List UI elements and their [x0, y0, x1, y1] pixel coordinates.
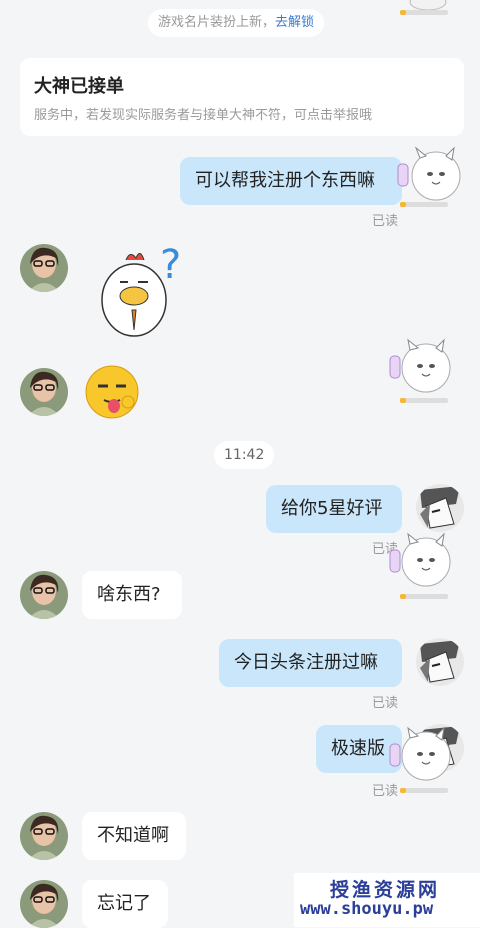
system-notice-text: 游戏名片装扮上新， [158, 15, 276, 30]
message-bubble-sent[interactable]: 今日头条注册过嘛 [219, 639, 402, 687]
contact-avatar[interactable] [20, 812, 68, 860]
card-subtitle: 服务中，若发现实际服务者与接单大神不符，可点击举报哦 [34, 108, 373, 123]
my-avatar-anime-icon[interactable] [416, 638, 464, 686]
service-status-card[interactable]: 大神已接单 服务中，若发现实际服务者与接单大神不符，可点击举报哦 [20, 58, 464, 136]
system-notice: 游戏名片装扮上新，去解锁 [148, 9, 325, 37]
unlock-link[interactable]: 去解锁 [275, 15, 314, 30]
card-title: 大神已接单 [34, 76, 124, 97]
chicken-question-sticker[interactable]: ? [96, 240, 192, 348]
message-bubble-sent[interactable]: 给你5星好评 [266, 485, 402, 533]
my-avatar-anime-icon[interactable] [416, 484, 464, 532]
timestamp: 11:42 [214, 441, 275, 469]
contact-avatar[interactable] [20, 571, 68, 619]
my-avatar-cat-icon[interactable] [392, 146, 466, 212]
contact-avatar[interactable] [20, 244, 68, 292]
message-bubble-received[interactable]: 不知道啊 [82, 812, 186, 860]
read-status: 已读 [372, 784, 399, 799]
read-status: 已读 [372, 696, 399, 711]
cat-sticker-partial [398, 0, 450, 16]
contact-avatar[interactable] [20, 880, 68, 928]
message-bubble-received[interactable]: 忘记了 [82, 880, 168, 928]
contact-avatar[interactable] [20, 368, 68, 416]
message-bubble-sent[interactable]: 可以帮我注册个东西嘛 [180, 157, 402, 205]
read-status: 已读 [372, 214, 399, 229]
white-cat-sticker[interactable] [388, 338, 452, 406]
tongue-emoji-sticker[interactable] [84, 364, 140, 420]
white-cat-sticker[interactable] [388, 526, 452, 602]
svg-text:?: ? [160, 242, 181, 288]
watermark: 授渔资源网 www.shouyu.pw [294, 873, 480, 927]
watermark-site-name: 授渔资源网 [330, 879, 441, 901]
message-bubble-received[interactable]: 啥东西? [82, 571, 182, 619]
watermark-url: www.shouyu.pw [300, 899, 434, 919]
